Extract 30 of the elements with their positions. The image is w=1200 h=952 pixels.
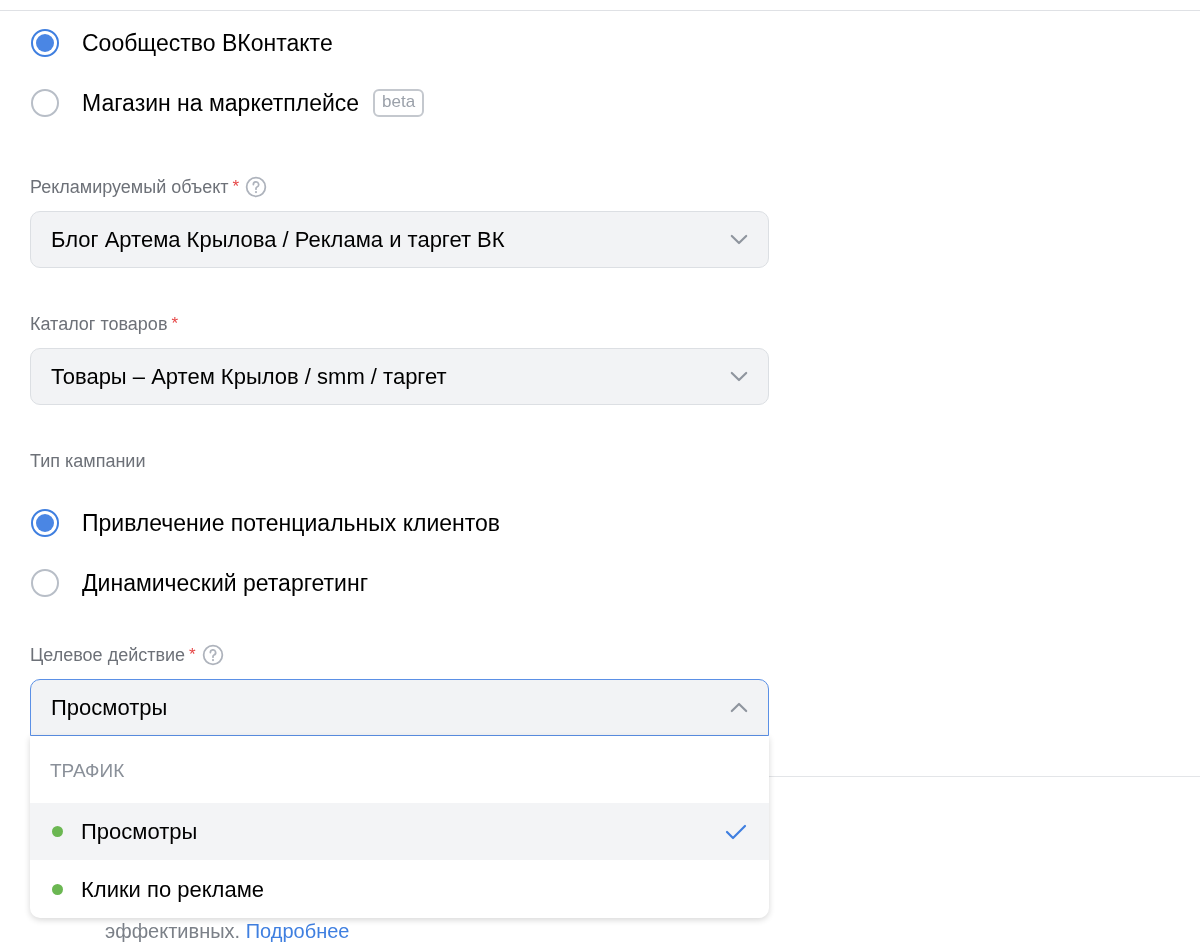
required-mark: *: [189, 645, 196, 665]
select-field[interactable]: Просмотры: [30, 679, 769, 736]
field-label: Каталог товаров: [30, 313, 168, 335]
radio-button[interactable]: [31, 509, 59, 537]
chevron-down-icon: [730, 234, 748, 245]
note-text: эффективных. Подробнее: [105, 920, 350, 943]
select-field[interactable]: Блог Артема Крылова / Реклама и таргет ВК: [30, 211, 769, 268]
radio-label[interactable]: Привлечение потенциальных клиентов: [82, 509, 501, 537]
required-mark: *: [171, 314, 179, 334]
more-link[interactable]: Подробнее: [245, 920, 350, 942]
required-mark: *: [232, 177, 240, 197]
group-heading: ТРАФИК: [49, 759, 126, 783]
select-field[interactable]: Товары – Артем Крылов / smm / таргет: [30, 348, 769, 405]
beta-badge: beta: [373, 89, 425, 117]
chevron-up-icon: [730, 702, 748, 713]
radio-button[interactable]: [31, 29, 59, 57]
radio-label[interactable]: Динамический ретаргетинг: [82, 569, 369, 597]
field-label: Целевое действие: [30, 644, 186, 666]
radio-label[interactable]: Магазин на маркетплейсе: [82, 89, 360, 117]
radio-button[interactable]: [31, 569, 59, 597]
help-icon[interactable]: [201, 644, 224, 666]
menu-item[interactable]: Клики по рекламе: [30, 861, 769, 918]
radio-button[interactable]: [31, 89, 59, 117]
radio-label[interactable]: Сообщество ВКонтакте: [82, 29, 333, 57]
field-label: Рекламируемый объект: [30, 176, 229, 198]
help-icon[interactable]: [245, 176, 268, 198]
check-icon: [725, 823, 747, 840]
chevron-down-icon: [730, 371, 748, 382]
section-label: Тип кампании: [30, 449, 147, 473]
menu-item[interactable]: Просмотры: [30, 803, 769, 860]
